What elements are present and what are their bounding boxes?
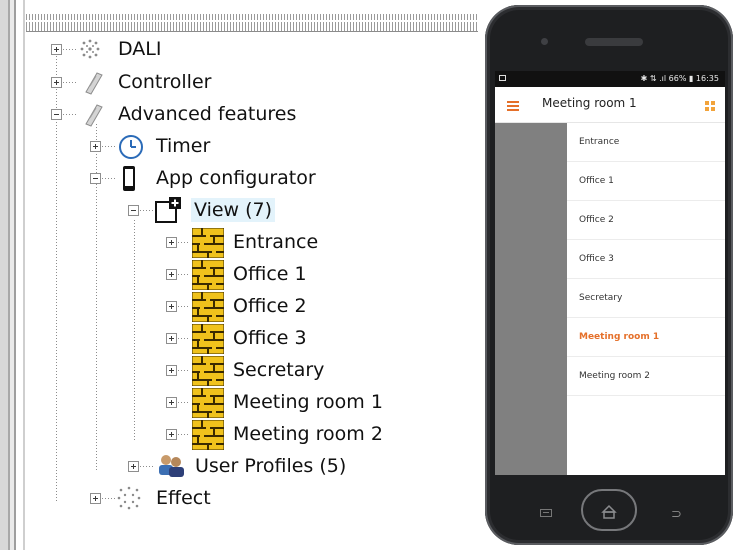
tree-panel: DALI Controller Advanced features Timer … bbox=[0, 0, 478, 550]
expand-toggle-office-1[interactable] bbox=[166, 269, 177, 280]
screen-title: Meeting room 1 bbox=[542, 96, 637, 110]
room-plan-icon bbox=[192, 420, 224, 450]
tree-connector bbox=[178, 242, 190, 243]
tree-connector bbox=[140, 466, 154, 467]
room-plan-icon bbox=[192, 292, 224, 322]
status-bar: ✱ ⇅ .ıl 66% ▮ 16:35 bbox=[495, 71, 725, 87]
expand-toggle-effect[interactable] bbox=[90, 493, 101, 504]
tree-item-office-2[interactable]: Office 2 bbox=[233, 294, 307, 318]
collapse-toggle-advanced[interactable] bbox=[51, 109, 62, 120]
tree-connector bbox=[140, 210, 154, 211]
tree-item-controller[interactable]: Controller bbox=[118, 70, 211, 94]
expand-toggle-meeting-room-2[interactable] bbox=[166, 429, 177, 440]
effect-sparkle-icon bbox=[117, 486, 141, 510]
advanced-features-icon bbox=[85, 104, 103, 127]
expand-toggle-user-profiles[interactable] bbox=[128, 461, 139, 472]
tree-item-effect[interactable]: Effect bbox=[156, 486, 211, 510]
room-plan-icon bbox=[192, 356, 224, 386]
phone-camera bbox=[541, 38, 548, 45]
tree-connector bbox=[102, 146, 116, 147]
grid-view-icon[interactable] bbox=[705, 101, 715, 111]
tree-connector bbox=[178, 370, 190, 371]
tree-item-advanced-features[interactable]: Advanced features bbox=[118, 102, 296, 126]
home-icon bbox=[601, 504, 617, 519]
tree-item-office-3[interactable]: Office 3 bbox=[233, 326, 307, 350]
room-list-item-meeting-room-2[interactable]: Meeting room 2 bbox=[567, 357, 725, 396]
room-list-item-office-3[interactable]: Office 3 bbox=[567, 240, 725, 279]
tree-item-dali[interactable]: DALI bbox=[118, 37, 161, 61]
phone-screen: ✱ ⇅ .ıl 66% ▮ 16:35 Meeting room 1 Entra… bbox=[495, 71, 725, 475]
view-page-icon bbox=[155, 197, 181, 223]
tree-item-timer[interactable]: Timer bbox=[156, 134, 210, 158]
tree-connector bbox=[102, 178, 116, 179]
expand-toggle-meeting-room-1[interactable] bbox=[166, 397, 177, 408]
tree-connector bbox=[178, 274, 190, 275]
phone-nav-bar: ⊃ bbox=[485, 475, 733, 545]
smartphone-icon bbox=[123, 166, 135, 191]
back-icon[interactable]: ⊃ bbox=[671, 507, 682, 522]
tree-connector bbox=[178, 338, 190, 339]
panel-left-edge bbox=[0, 0, 26, 550]
tree-item-user-profiles[interactable]: User Profiles (5) bbox=[195, 454, 346, 478]
tree-connector bbox=[178, 306, 190, 307]
collapse-toggle-view[interactable] bbox=[128, 205, 139, 216]
room-plan-icon bbox=[192, 228, 224, 258]
phone-speaker bbox=[585, 38, 643, 46]
tree-connector bbox=[63, 114, 77, 115]
expand-toggle-office-3[interactable] bbox=[166, 333, 177, 344]
tree-item-entrance[interactable]: Entrance bbox=[233, 230, 318, 254]
tree-item-secretary[interactable]: Secretary bbox=[233, 358, 324, 382]
phone-preview: ✱ ⇅ .ıl 66% ▮ 16:35 Meeting room 1 Entra… bbox=[485, 5, 733, 545]
tree-item-office-1[interactable]: Office 1 bbox=[233, 262, 307, 286]
tree-item-meeting-room-1[interactable]: Meeting room 1 bbox=[233, 390, 383, 414]
tree-connector bbox=[178, 402, 190, 403]
recent-apps-icon[interactable] bbox=[540, 509, 552, 517]
home-button[interactable] bbox=[581, 489, 637, 531]
users-icon bbox=[159, 455, 184, 477]
snowflake-icon bbox=[80, 39, 100, 59]
tree-guide-line bbox=[56, 56, 57, 502]
panel-top-edge bbox=[26, 14, 478, 32]
collapse-toggle-app-configurator[interactable] bbox=[90, 173, 101, 184]
tree-item-app-configurator[interactable]: App configurator bbox=[156, 166, 316, 190]
room-list-item-meeting-room-1[interactable]: Meeting room 1 bbox=[567, 318, 725, 357]
tree-connector bbox=[178, 434, 190, 435]
expand-toggle-secretary[interactable] bbox=[166, 365, 177, 376]
tree-connector bbox=[63, 49, 77, 50]
notification-icon bbox=[499, 75, 506, 81]
room-plan-icon bbox=[192, 388, 224, 418]
app-bar: Meeting room 1 bbox=[495, 87, 725, 123]
room-list: Entrance Office 1 Office 2 Office 3 Secr… bbox=[567, 123, 725, 396]
room-list-item-office-2[interactable]: Office 2 bbox=[567, 201, 725, 240]
clock-icon bbox=[119, 135, 143, 159]
expand-toggle-controller[interactable] bbox=[51, 77, 62, 88]
expand-toggle-dali[interactable] bbox=[51, 44, 62, 55]
tree-connector bbox=[102, 498, 116, 499]
hamburger-menu-icon[interactable] bbox=[507, 101, 519, 111]
side-drawer-overlay[interactable] bbox=[495, 123, 567, 475]
tree-connector bbox=[63, 82, 77, 83]
tree-guide-line bbox=[134, 220, 135, 442]
tree-item-view[interactable]: View (7) bbox=[191, 198, 276, 222]
expand-toggle-timer[interactable] bbox=[90, 141, 101, 152]
expand-toggle-office-2[interactable] bbox=[166, 301, 177, 312]
room-plan-icon bbox=[192, 260, 224, 290]
status-indicators: ✱ ⇅ .ıl 66% ▮ 16:35 bbox=[640, 74, 719, 83]
tree-item-meeting-room-2[interactable]: Meeting room 2 bbox=[233, 422, 383, 446]
room-list-item-secretary[interactable]: Secretary bbox=[567, 279, 725, 318]
expand-toggle-entrance[interactable] bbox=[166, 237, 177, 248]
room-list-item-office-1[interactable]: Office 1 bbox=[567, 162, 725, 201]
controller-icon bbox=[85, 72, 103, 95]
room-list-item-entrance[interactable]: Entrance bbox=[567, 123, 725, 162]
room-plan-icon bbox=[192, 324, 224, 354]
